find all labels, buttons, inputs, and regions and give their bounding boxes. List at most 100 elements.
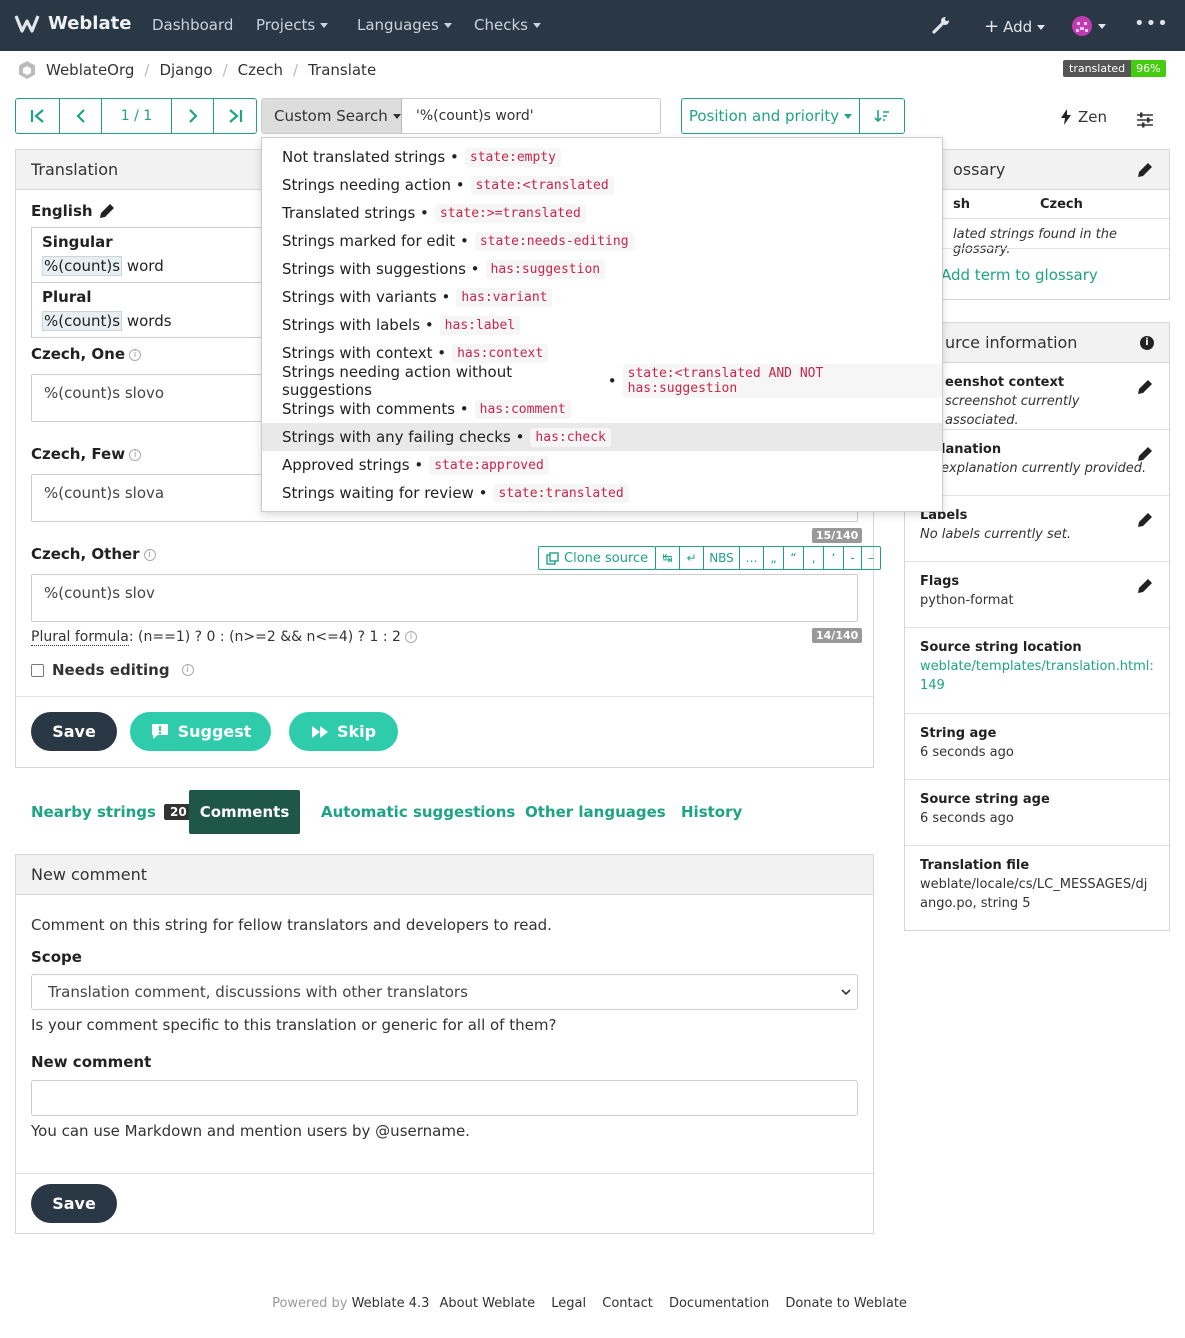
- preset-query: has:comment: [474, 399, 571, 419]
- insert-nbsp-button[interactable]: NBS: [704, 547, 740, 569]
- nav-projects-label: Projects: [256, 16, 316, 34]
- nav-checks[interactable]: Checks: [474, 16, 541, 34]
- breadcrumb-project[interactable]: WeblateOrg: [46, 61, 134, 79]
- tab-nearby-strings[interactable]: Nearby strings 20: [31, 790, 193, 834]
- nav-languages[interactable]: Languages: [357, 16, 452, 34]
- nav-dashboard[interactable]: Dashboard: [152, 16, 233, 34]
- save-button[interactable]: Save: [31, 712, 117, 751]
- screenshot-context-row: eenshot context screenshot currently ass…: [905, 363, 1169, 429]
- tab-comments[interactable]: Comments: [189, 790, 300, 834]
- first-button[interactable]: [15, 98, 59, 134]
- info-icon[interactable]: i: [1140, 336, 1154, 350]
- source-language-label: English: [31, 201, 117, 221]
- wrench-icon[interactable]: [931, 15, 951, 35]
- more-menu-icon[interactable]: •••: [1134, 13, 1169, 34]
- insert-dash-button[interactable]: –: [862, 547, 880, 569]
- placeholder-highlight[interactable]: %(count)s: [42, 311, 123, 331]
- footer-about-link[interactable]: About Weblate: [440, 1296, 536, 1311]
- search-type-dropdown[interactable]: Custom Search: [262, 99, 402, 133]
- plural-text: words: [122, 312, 172, 330]
- insert-newline-button[interactable]: ↵: [680, 547, 704, 569]
- footer-donate-link[interactable]: Donate to Weblate: [785, 1296, 907, 1311]
- preset-label: Translated strings: [282, 204, 416, 222]
- footer-contact-link[interactable]: Contact: [602, 1296, 653, 1311]
- preset-waiting-review[interactable]: Strings waiting for review • state:transl…: [262, 479, 942, 507]
- preset-failing-checks[interactable]: Strings with any failing checks • has:che…: [262, 423, 942, 451]
- chevron-down-icon: [320, 23, 329, 28]
- footer-documentation-link[interactable]: Documentation: [669, 1296, 769, 1311]
- placeholder-highlight[interactable]: %(count)s: [42, 256, 123, 276]
- avatar: [1072, 16, 1092, 36]
- next-button[interactable]: [171, 98, 213, 134]
- translation-one-input[interactable]: %(count)s slovo: [31, 374, 281, 422]
- preset-label: Strings needing action: [282, 176, 451, 194]
- source-location-link[interactable]: weblate/templates/translation.html:149: [920, 657, 1154, 695]
- pencil-icon[interactable]: [1135, 576, 1155, 596]
- sort-dropdown[interactable]: Position and priority: [681, 98, 859, 134]
- user-menu[interactable]: [1071, 15, 1106, 37]
- singular-block: Singular %(count)s word: [32, 228, 280, 283]
- previous-button[interactable]: [59, 98, 101, 134]
- pencil-icon[interactable]: [97, 201, 117, 221]
- add-term-link[interactable]: Add term to glossary: [941, 266, 1098, 284]
- footer-legal-link[interactable]: Legal: [551, 1296, 586, 1311]
- preset-marked-for-edit[interactable]: Strings marked for edit • state:needs-edi…: [262, 227, 942, 255]
- skip-button[interactable]: Skip: [289, 712, 398, 751]
- needs-editing-row: Needs editing i: [31, 661, 194, 679]
- search-type-label: Custom Search: [274, 107, 388, 125]
- scope-select[interactable]: Translation comment, discussions with ot…: [31, 974, 858, 1010]
- chevron-down-icon: [841, 989, 851, 996]
- translation-other-input[interactable]: %(count)s slov: [31, 574, 858, 622]
- badge-label: translated: [1063, 60, 1132, 77]
- suggest-button[interactable]: Suggest: [130, 712, 271, 751]
- insert-hyphen-button[interactable]: -: [844, 547, 862, 569]
- preset-approved[interactable]: Approved strings • state:approved: [262, 451, 942, 479]
- preset-with-comments[interactable]: Strings with comments • has:comment: [262, 395, 942, 423]
- search-input[interactable]: '%(count)s word': [402, 99, 660, 133]
- preset-needing-action[interactable]: Strings needing action • state:<translate…: [262, 171, 942, 199]
- preset-not-translated[interactable]: Not translated strings • state:empty: [262, 143, 942, 171]
- weblate-version-link[interactable]: Weblate 4.3: [352, 1296, 430, 1311]
- row-title: Labels: [920, 508, 968, 523]
- tab-history[interactable]: History: [681, 790, 742, 834]
- plural-formula: Plural formula: (n==1) ? 0 : (n>=2 && n<…: [31, 629, 417, 646]
- new-comment-heading: New comment: [16, 855, 873, 895]
- comment-save-button[interactable]: Save: [31, 1184, 117, 1223]
- skip-label: Skip: [336, 722, 377, 741]
- pencil-icon[interactable]: [1135, 377, 1155, 397]
- zen-button[interactable]: Zen: [1060, 108, 1107, 126]
- translated-badge[interactable]: translated 96%: [1063, 60, 1166, 77]
- breadcrumb-component[interactable]: Django: [159, 61, 212, 79]
- preset-label: Strings with any failing checks: [282, 428, 511, 446]
- preset-query: state:<translated: [470, 175, 614, 195]
- nav-projects[interactable]: Projects: [256, 16, 329, 34]
- insert-ellipsis-button[interactable]: …: [740, 547, 764, 569]
- string-age-row: String age 6 seconds ago: [905, 713, 1169, 779]
- insert-quote-button[interactable]: „: [764, 547, 784, 569]
- preset-with-labels[interactable]: Strings with labels • has:label: [262, 311, 942, 339]
- czech-other-label: Czech, Other i: [31, 545, 156, 563]
- insert-quote-button[interactable]: “: [784, 547, 804, 569]
- tab-other-languages[interactable]: Other languages: [525, 790, 666, 834]
- insert-quote-button[interactable]: ‚: [804, 547, 824, 569]
- breadcrumb-language[interactable]: Czech: [238, 61, 283, 79]
- tab-automatic-suggestions[interactable]: Automatic suggestions: [321, 790, 515, 834]
- preset-with-suggestions[interactable]: Strings with suggestions • has:suggestion: [262, 255, 942, 283]
- preset-with-variants[interactable]: Strings with variants • has:variant: [262, 283, 942, 311]
- needs-editing-checkbox[interactable]: [31, 663, 44, 677]
- pencil-icon[interactable]: [1135, 160, 1155, 180]
- preset-action-no-suggestions[interactable]: Strings needing action without suggestio…: [262, 363, 942, 399]
- nav-add[interactable]: + Add: [984, 16, 1046, 37]
- brand-link[interactable]: Weblate: [14, 12, 131, 34]
- sort-direction-button[interactable]: [859, 98, 905, 134]
- pencil-icon[interactable]: [1135, 510, 1155, 530]
- insert-quote-button[interactable]: ‘: [824, 547, 844, 569]
- preset-translated[interactable]: Translated strings • state:>=translated: [262, 199, 942, 227]
- insert-tab-button[interactable]: ↹: [656, 547, 680, 569]
- pencil-icon[interactable]: [1135, 444, 1155, 464]
- comment-input[interactable]: [31, 1080, 858, 1116]
- divider: [16, 696, 873, 697]
- clone-source-button[interactable]: Clone source: [538, 546, 657, 570]
- last-button[interactable]: [213, 98, 257, 134]
- settings-sliders-icon[interactable]: [1136, 111, 1154, 129]
